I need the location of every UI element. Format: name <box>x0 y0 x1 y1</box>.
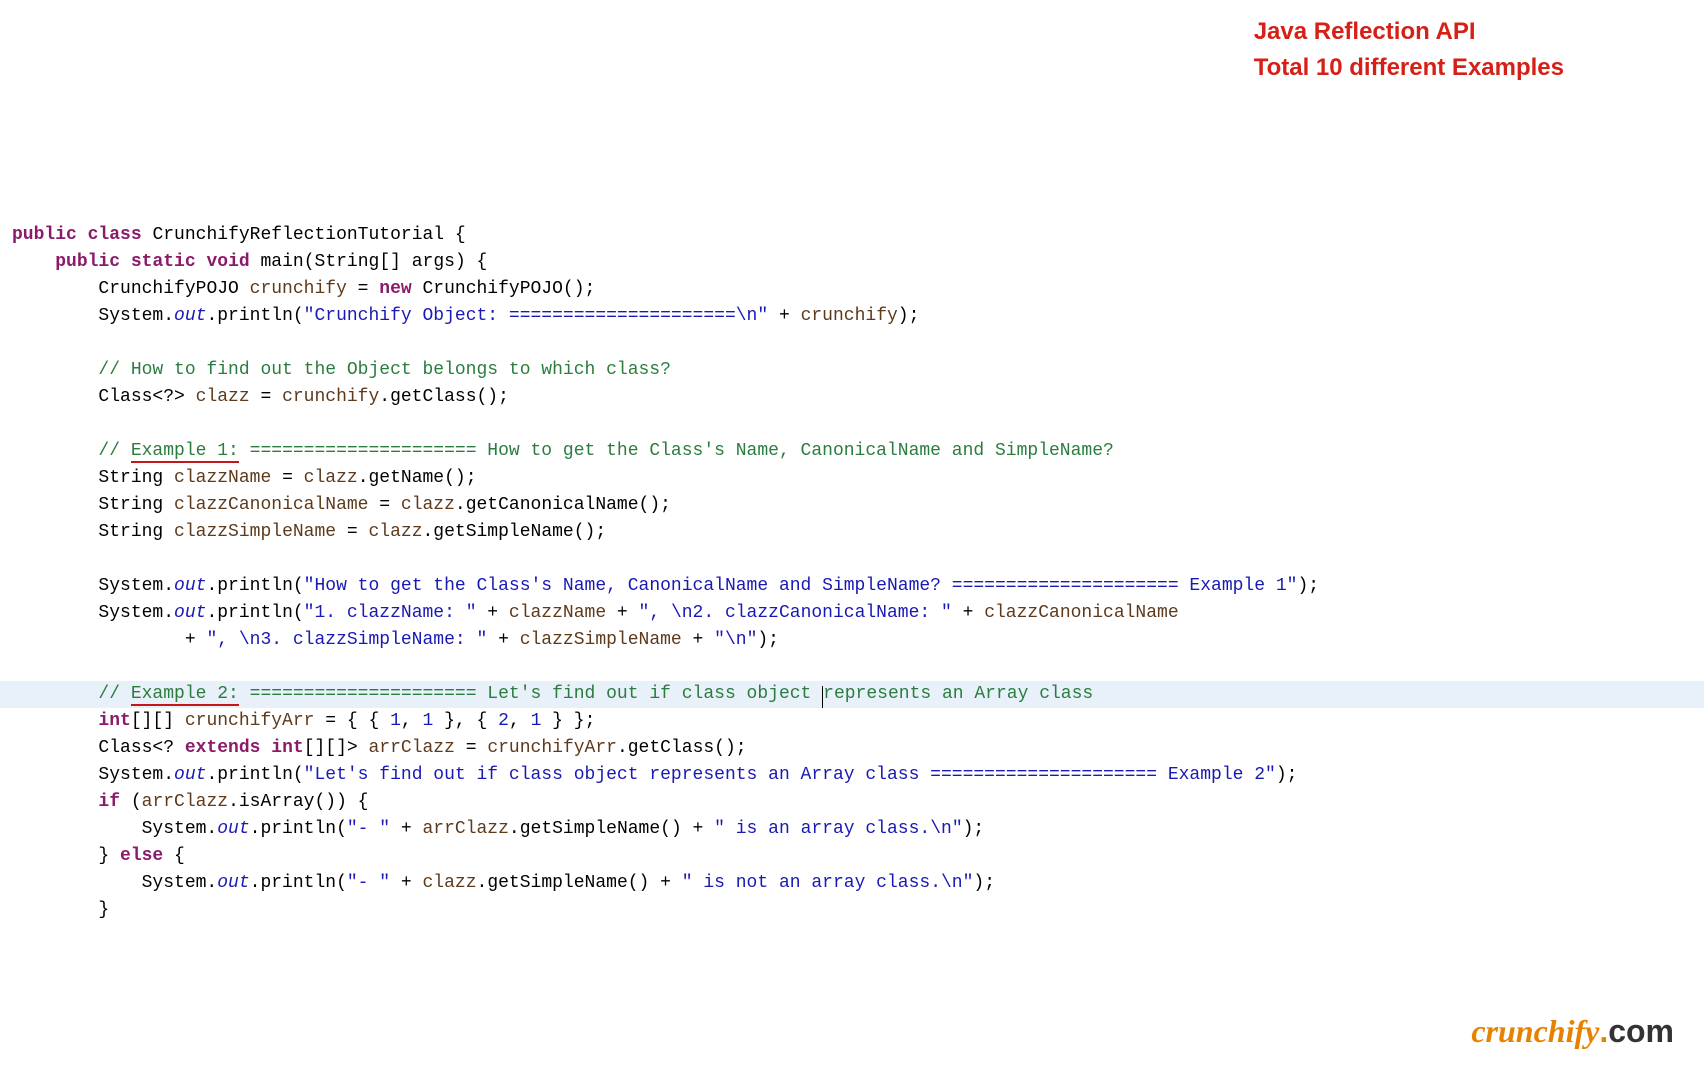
code-line: // Example 1: ===================== How … <box>12 438 1704 465</box>
code-line: + ", \n3. clazzSimpleName: " + clazzSimp… <box>12 627 1704 654</box>
code-line: Class<?> clazz = crunchify.getClass(); <box>12 384 1704 411</box>
example-1-annotation: Example 1: <box>131 441 239 463</box>
code-line-blank <box>12 411 1704 438</box>
watermark-logo: crunchify.com <box>1471 1007 1674 1055</box>
code-line: System.out.println("How to get the Class… <box>12 573 1704 600</box>
code-line: } <box>12 897 1704 924</box>
code-line: System.out.println("Crunchify Object: ==… <box>12 303 1704 330</box>
code-line: String clazzName = clazz.getName(); <box>12 465 1704 492</box>
logo-dot: . <box>1599 1013 1608 1049</box>
callout-line-2: Total 10 different Examples <box>1254 50 1564 86</box>
code-line: } else { <box>12 843 1704 870</box>
code-line: Class<? extends int[][]> arrClazz = crun… <box>12 735 1704 762</box>
code-line-blank <box>12 654 1704 681</box>
code-line: String clazzSimpleName = clazz.getSimple… <box>12 519 1704 546</box>
annotation-callout: Java Reflection API Total 10 different E… <box>1254 14 1564 86</box>
code-line: public class CrunchifyReflectionTutorial… <box>12 222 1704 249</box>
code-line-blank <box>12 330 1704 357</box>
logo-brand: crunchify <box>1471 1013 1599 1049</box>
code-line: System.out.println("- " + arrClazz.getSi… <box>12 816 1704 843</box>
callout-line-1: Java Reflection API <box>1254 14 1564 50</box>
code-line: if (arrClazz.isArray()) { <box>12 789 1704 816</box>
code-line: public static void main(String[] args) { <box>12 249 1704 276</box>
code-line: System.out.println("- " + clazz.getSimpl… <box>12 870 1704 897</box>
code-line: System.out.println("Let's find out if cl… <box>12 762 1704 789</box>
text-cursor <box>822 686 823 708</box>
code-line: // How to find out the Object belongs to… <box>12 357 1704 384</box>
code-line: String clazzCanonicalName = clazz.getCan… <box>12 492 1704 519</box>
code-line: System.out.println("1. clazzName: " + cl… <box>12 600 1704 627</box>
code-line-active: // Example 2: ===================== Let'… <box>0 681 1704 708</box>
code-line: CrunchifyPOJO crunchify = new CrunchifyP… <box>12 276 1704 303</box>
code-line-blank <box>12 546 1704 573</box>
code-line: int[][] crunchifyArr = { { 1, 1 }, { 2, … <box>12 708 1704 735</box>
logo-tld: com <box>1608 1013 1674 1049</box>
example-2-annotation: Example 2: <box>131 684 239 706</box>
code-editor[interactable]: public class CrunchifyReflectionTutorial… <box>12 222 1704 924</box>
